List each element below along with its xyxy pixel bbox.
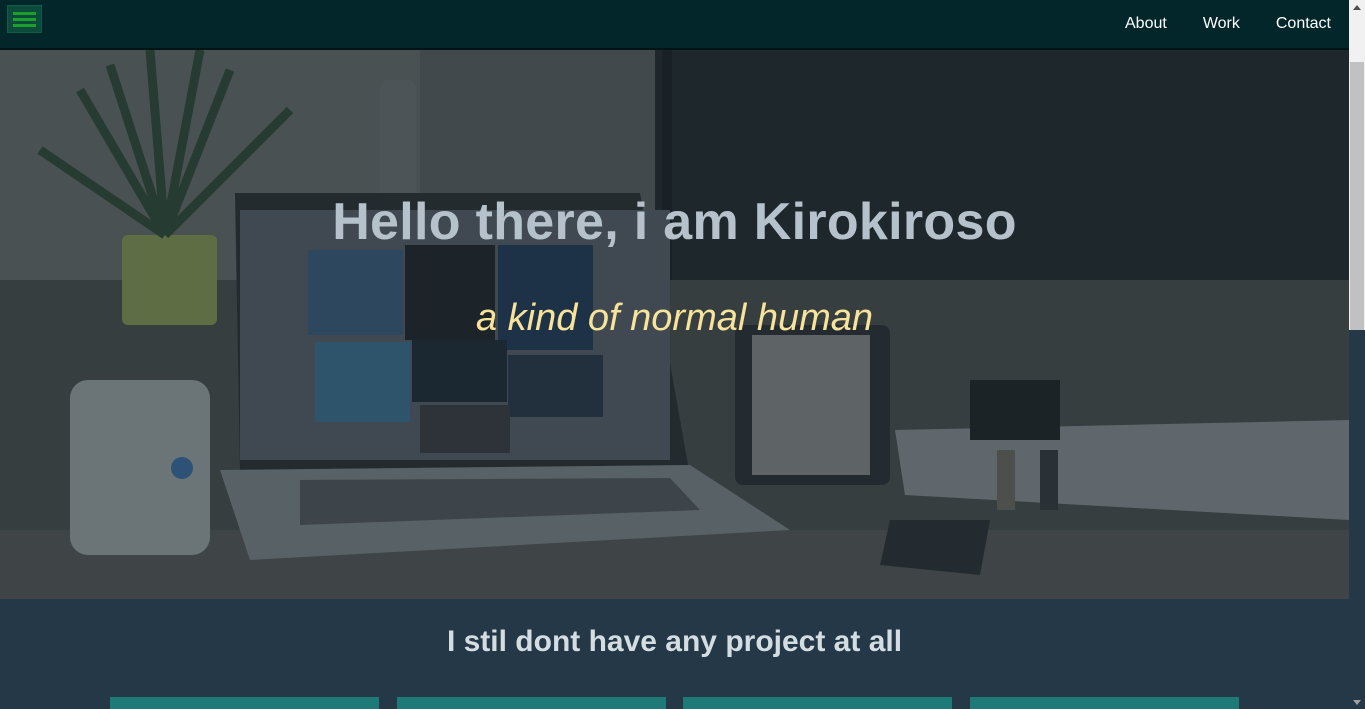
top-navbar: About Work Contact bbox=[0, 0, 1349, 50]
hero-title: Hello there, i am Kirokiroso bbox=[332, 193, 1017, 251]
scroll-up-arrow-icon[interactable] bbox=[1353, 5, 1361, 10]
projects-section: I stil dont have any project at all bbox=[0, 599, 1349, 709]
hamburger-menu-icon[interactable] bbox=[7, 5, 42, 33]
scrollbar-thumb[interactable] bbox=[1350, 62, 1364, 330]
nav-link-about[interactable]: About bbox=[1107, 0, 1185, 48]
hero-section: Hello there, i am Kirokiroso a kind of n… bbox=[0, 50, 1349, 599]
project-card[interactable] bbox=[683, 697, 952, 709]
menu-bar bbox=[13, 24, 36, 27]
scroll-down-arrow-icon[interactable] bbox=[1353, 700, 1361, 705]
project-card[interactable] bbox=[110, 697, 379, 709]
projects-heading: I stil dont have any project at all bbox=[446, 625, 903, 658]
page: About Work Contact Hello there, i am Kir… bbox=[0, 0, 1365, 709]
nav-link-work[interactable]: Work bbox=[1185, 0, 1258, 48]
hero-subtitle: a kind of normal human bbox=[475, 297, 874, 339]
nav-link-contact[interactable]: Contact bbox=[1258, 0, 1331, 48]
menu-bar bbox=[13, 18, 36, 21]
nav-links: About Work Contact bbox=[1107, 0, 1331, 48]
project-card[interactable] bbox=[970, 697, 1239, 709]
vertical-scrollbar[interactable] bbox=[1349, 0, 1365, 709]
project-card[interactable] bbox=[397, 697, 666, 709]
menu-bar bbox=[13, 12, 36, 15]
